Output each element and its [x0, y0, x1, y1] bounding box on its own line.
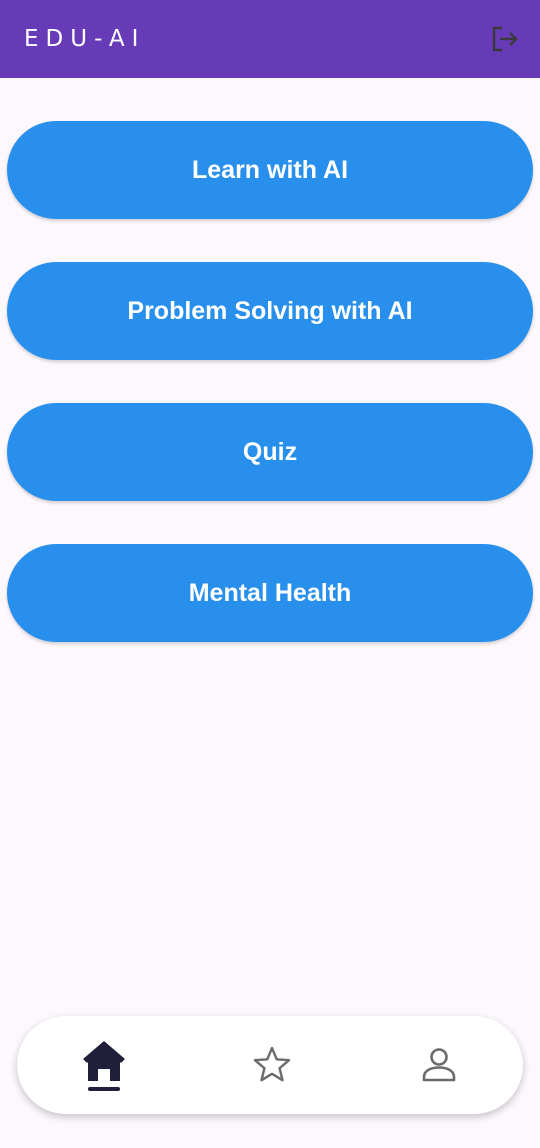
app-bar: EDU-AI [0, 0, 540, 78]
nav-home[interactable] [64, 1016, 144, 1114]
bottom-nav [17, 1016, 523, 1114]
home-icon [83, 1041, 125, 1081]
logout-button[interactable] [486, 21, 522, 57]
active-indicator [88, 1087, 120, 1091]
menu: Learn with AI Problem Solving with AI Qu… [7, 121, 533, 685]
nav-favorites[interactable] [232, 1016, 312, 1114]
mental-health-button[interactable]: Mental Health [7, 544, 533, 642]
user-icon [422, 1048, 456, 1082]
logout-icon [492, 26, 518, 52]
app-title: EDU-AI [24, 26, 146, 52]
quiz-button[interactable]: Quiz [7, 403, 533, 501]
star-icon [253, 1046, 291, 1082]
learn-with-ai-button[interactable]: Learn with AI [7, 121, 533, 219]
nav-profile[interactable] [399, 1016, 479, 1114]
problem-solving-button[interactable]: Problem Solving with AI [7, 262, 533, 360]
